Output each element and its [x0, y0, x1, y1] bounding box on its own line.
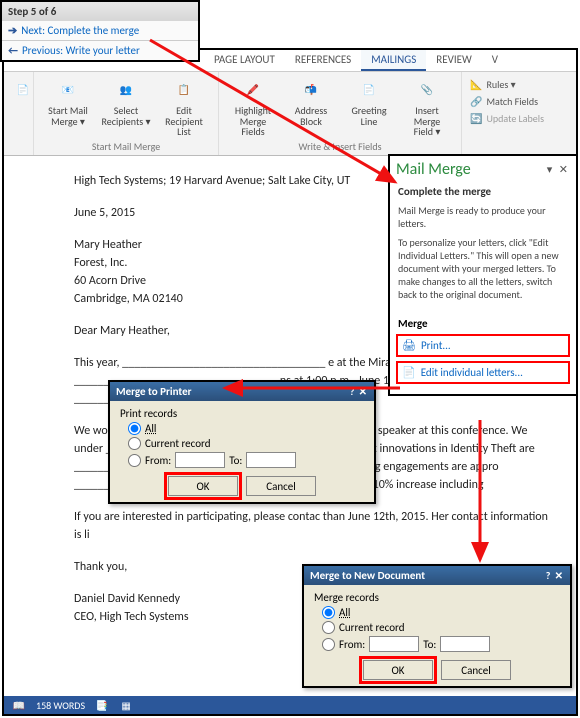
- ok-button[interactable]: OK: [363, 660, 433, 680]
- dialog-title: Merge to Printer: [116, 385, 192, 398]
- rules-button[interactable]: 📐Rules ▾: [470, 78, 544, 91]
- envelope-icon: 📄: [9, 76, 37, 104]
- rules-icon: 📐: [470, 78, 482, 91]
- edit-list-icon: 📋: [170, 76, 198, 104]
- mail-merge-icon: 📧: [54, 76, 82, 104]
- insert-field-icon: 📎: [413, 76, 441, 104]
- wizard-step-box: Step 5 of 6 ➔ Next: Complete the merge ←…: [0, 0, 200, 62]
- radio-all[interactable]: All: [322, 606, 560, 619]
- to-input[interactable]: [246, 452, 296, 468]
- tab-review[interactable]: REVIEW: [426, 50, 482, 71]
- mail-merge-title: Mail Merge: [396, 160, 471, 179]
- tab-references[interactable]: REFERENCES: [285, 50, 361, 71]
- mail-merge-subtitle: Complete the merge: [390, 183, 576, 200]
- merge-edit-letters-link[interactable]: 📄 Edit individual letters...: [396, 361, 570, 384]
- doc-para-3: If you are interested in participating, …: [74, 508, 554, 544]
- arrow-right-icon: ➔: [8, 24, 17, 37]
- wizard-next-link[interactable]: ➔ Next: Complete the merge: [2, 21, 198, 40]
- macros-icon[interactable]: ▦: [119, 699, 133, 712]
- merge-to-new-document-dialog: Merge to New Document ? ✕ Merge records …: [302, 564, 572, 688]
- highlight-icon: 🖍️: [239, 76, 267, 104]
- status-bar: 📖 158 WORDS 📑 ▦: [4, 696, 576, 714]
- highlight-fields-button[interactable]: 🖍️ HighlightMerge Fields: [227, 76, 279, 138]
- select-recipients-button[interactable]: 👥 SelectRecipients ▾: [100, 76, 152, 127]
- update-icon: 🔄: [470, 112, 482, 125]
- mail-merge-body: Mail Merge is ready to produce your lett…: [390, 200, 576, 315]
- edit-recipient-list-button[interactable]: 📋 EditRecipient List: [158, 76, 210, 138]
- proofing-icon[interactable]: 📑: [95, 699, 109, 712]
- mail-merge-panel: Mail Merge ▾ ✕ Complete the merge Mail M…: [388, 154, 578, 396]
- greeting-line-button[interactable]: 📄 GreetingLine: [343, 76, 395, 127]
- greeting-icon: 📄: [355, 76, 383, 104]
- from-input[interactable]: [175, 452, 225, 468]
- wizard-prev-label: Previous: Write your letter: [22, 44, 140, 57]
- book-icon[interactable]: 📖: [12, 699, 26, 712]
- wizard-prev-link[interactable]: ← Previous: Write your letter: [2, 41, 198, 60]
- tab-page-layout[interactable]: PAGE LAYOUT: [204, 50, 285, 71]
- ok-button[interactable]: OK: [168, 476, 238, 496]
- dialog-title-buttons[interactable]: ? ✕: [350, 385, 368, 398]
- wizard-next-label: Next: Complete the merge: [21, 24, 139, 37]
- dialog-title-buttons[interactable]: ? ✕: [546, 569, 564, 582]
- radio-current[interactable]: Current record: [128, 437, 364, 450]
- ribbon-group-create: 📄: [4, 72, 34, 155]
- merge-to-printer-dialog: Merge to Printer ? ✕ Print records All C…: [108, 380, 376, 504]
- tab-view[interactable]: V: [482, 50, 508, 71]
- merge-records-label: Merge records: [314, 591, 560, 604]
- word-count[interactable]: 158 WORDS: [36, 699, 85, 712]
- radio-current[interactable]: Current record: [322, 621, 560, 634]
- envelopes-button[interactable]: 📄: [12, 76, 34, 104]
- cancel-button[interactable]: Cancel: [246, 476, 316, 496]
- printer-icon: 🖨: [402, 339, 416, 352]
- address-icon: 📬: [297, 76, 325, 104]
- insert-merge-field-button[interactable]: 📎 Insert MergeField ▾: [401, 76, 453, 138]
- recipients-icon: 👥: [112, 76, 140, 104]
- cancel-button[interactable]: Cancel: [441, 660, 511, 680]
- document-icon: 📄: [402, 366, 416, 379]
- ribbon-right-options: 📐Rules ▾ 🔗Match Fields 🔄Update Labels: [462, 72, 552, 155]
- print-records-label: Print records: [120, 407, 364, 420]
- mail-merge-section-label: Merge: [390, 315, 576, 332]
- ribbon: 📄 📧 Start MailMerge ▾ 👥 SelectRecipients…: [4, 72, 576, 156]
- tab-mailings[interactable]: MAILINGS: [361, 50, 426, 71]
- radio-from[interactable]: From: To:: [322, 636, 560, 652]
- ribbon-group-write: 🖍️ HighlightMerge Fields 📬 AddressBlock …: [219, 72, 462, 155]
- match-fields-button[interactable]: 🔗Match Fields: [470, 95, 544, 108]
- arrow-left-icon: ←: [8, 44, 18, 57]
- wizard-step-header: Step 5 of 6: [2, 2, 198, 21]
- start-mail-merge-button[interactable]: 📧 Start MailMerge ▾: [42, 76, 94, 127]
- to-input[interactable]: [440, 636, 490, 652]
- match-icon: 🔗: [470, 95, 482, 108]
- dialog-title: Merge to New Document: [310, 569, 425, 582]
- radio-all[interactable]: All: [128, 422, 364, 435]
- merge-print-link[interactable]: 🖨 Print...: [396, 334, 570, 357]
- update-labels-button: 🔄Update Labels: [470, 112, 544, 125]
- panel-close-icon[interactable]: ▾ ✕: [547, 163, 570, 176]
- ribbon-group-start: 📧 Start MailMerge ▾ 👥 SelectRecipients ▾…: [34, 72, 219, 155]
- from-input[interactable]: [369, 636, 419, 652]
- radio-from[interactable]: From: To:: [128, 452, 364, 468]
- address-block-button[interactable]: 📬 AddressBlock: [285, 76, 337, 127]
